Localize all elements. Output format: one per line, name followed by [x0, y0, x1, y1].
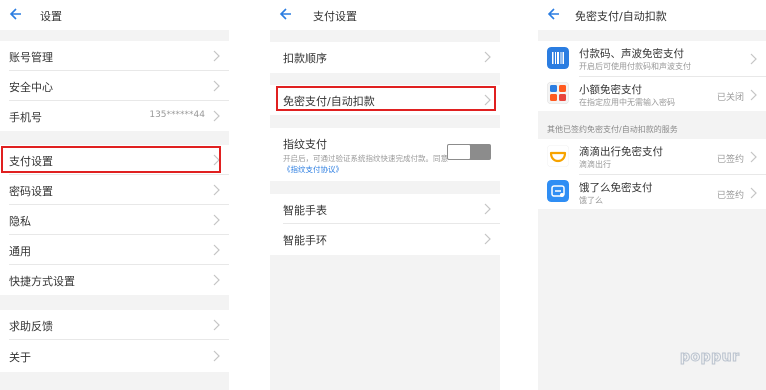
chevron-right-icon — [750, 151, 757, 163]
item-label: 关于 — [9, 351, 31, 364]
description-text: 开启后，可通过验证系统指纹快速完成付款。同意 — [283, 154, 448, 163]
item-label: 扣款顺序 — [283, 52, 327, 65]
autopay-group-main: 付款码、声波免密支付 开启后可使用付款码和声波支付 小额免密支付 在指定应用中无… — [538, 41, 766, 111]
payment-item-fingerprint: 指纹支付 开启后，可通过验证系统指纹快速完成付款。同意《指纹支付协议》 — [270, 128, 500, 181]
status-badge: 已签约 — [716, 155, 744, 165]
taobao-alipay-icon — [547, 82, 569, 104]
chevron-right-icon — [484, 233, 491, 245]
item-label: 账号管理 — [9, 51, 53, 64]
back-arrow-icon[interactable] — [279, 6, 293, 22]
chevron-right-icon — [213, 319, 220, 331]
settings-group-help: 求助反馈 关于 — [0, 310, 229, 372]
chevron-right-icon — [213, 214, 220, 226]
top-bar: 免密支付/自动扣款 — [538, 0, 766, 30]
fingerprint-agreement-link[interactable]: 《指纹支付协议》 — [283, 165, 343, 174]
top-bar: 设置 — [0, 0, 229, 30]
item-label: 智能手表 — [283, 204, 327, 217]
page-title: 支付设置 — [313, 10, 357, 23]
item-label: 指纹支付 — [283, 138, 327, 151]
payment-settings-screen: 支付设置 扣款顺序 免密支付/自动扣款 指纹支付 开启后，可通过验证系统指纹快速… — [270, 0, 500, 390]
payment-group-fingerprint: 指纹支付 开启后，可通过验证系统指纹快速完成付款。同意《指纹支付协议》 — [270, 128, 500, 181]
chevron-right-icon — [213, 110, 220, 122]
item-label: 求助反馈 — [9, 320, 53, 333]
status-badge: 已关闭 — [716, 93, 744, 103]
phone-number-value: 135******44 — [149, 110, 205, 120]
payment-group-order: 扣款顺序 — [270, 42, 500, 73]
settings-item-about[interactable]: 关于 — [0, 341, 229, 371]
settings-item-privacy[interactable]: 隐私 — [0, 205, 229, 235]
autopay-group-services: 滴滴出行免密支付 滴滴出行 已签约 饿了么免密支付 饿了么 已签约 — [538, 139, 766, 209]
service-item-eleme[interactable]: 饿了么免密支付 饿了么 已签约 — [538, 175, 766, 209]
chevron-right-icon — [750, 89, 757, 101]
chevron-right-icon — [213, 350, 220, 362]
settings-item-general[interactable]: 通用 — [0, 235, 229, 265]
chevron-right-icon — [213, 184, 220, 196]
top-bar: 支付设置 — [270, 0, 500, 30]
page-title: 设置 — [40, 10, 62, 23]
section-caption: 其他已签约免密支付/自动扣款的服务 — [547, 125, 678, 134]
chevron-right-icon — [213, 274, 220, 286]
item-label: 快捷方式设置 — [9, 275, 75, 288]
divider — [9, 339, 229, 340]
item-label: 通用 — [9, 245, 31, 258]
barcode-icon — [547, 47, 569, 69]
item-label: 滴滴出行免密支付 — [579, 146, 663, 158]
settings-item-feedback[interactable]: 求助反馈 — [0, 310, 229, 340]
toggle-knob — [448, 145, 470, 159]
settings-item-password[interactable]: 密码设置 — [0, 175, 229, 205]
settings-item-security[interactable]: 安全中心 — [0, 71, 229, 101]
payment-item-smartband[interactable]: 智能手环 — [270, 224, 500, 254]
item-label: 小额免密支付 — [579, 84, 642, 96]
settings-group-account: 账号管理 安全中心 手机号 135******44 — [0, 41, 229, 131]
item-subtitle: 滴滴出行 — [579, 160, 611, 169]
password-free-screen: 免密支付/自动扣款 付款码、声波免密支付 开启后可使用付款码和声波支付 小额免密… — [538, 0, 766, 390]
item-label: 智能手环 — [283, 234, 327, 247]
item-label: 手机号 — [9, 111, 42, 124]
item-label: 安全中心 — [9, 81, 53, 94]
didi-icon — [547, 145, 569, 167]
payment-item-smartwatch[interactable]: 智能手表 — [270, 194, 500, 224]
chevron-right-icon — [484, 203, 491, 215]
settings-item-account[interactable]: 账号管理 — [0, 41, 229, 71]
item-subtitle: 在指定应用中无需输入密码 — [579, 98, 675, 107]
chevron-right-icon — [213, 80, 220, 92]
chevron-right-icon — [484, 51, 491, 63]
chevron-right-icon — [213, 244, 220, 256]
autopay-item-paycode[interactable]: 付款码、声波免密支付 开启后可使用付款码和声波支付 — [538, 41, 766, 77]
chevron-right-icon — [213, 50, 220, 62]
back-arrow-icon[interactable] — [547, 6, 561, 22]
watermark-logo: poppur — [680, 349, 740, 366]
settings-item-phone[interactable]: 手机号 135******44 — [0, 101, 229, 131]
item-label: 密码设置 — [9, 185, 53, 198]
page-title: 免密支付/自动扣款 — [575, 10, 667, 23]
autopay-item-small-amount[interactable]: 小额免密支付 在指定应用中无需输入密码 已关闭 — [538, 77, 766, 111]
item-label: 隐私 — [9, 215, 31, 228]
status-badge: 已签约 — [716, 191, 744, 201]
payment-group-devices: 智能手表 智能手环 — [270, 194, 500, 255]
item-label: 饿了么免密支付 — [579, 182, 653, 194]
item-subtitle: 饿了么 — [579, 196, 603, 205]
back-arrow-icon[interactable] — [9, 6, 23, 22]
eleme-icon — [547, 180, 569, 202]
chevron-right-icon — [750, 187, 757, 199]
item-subtitle: 开启后可使用付款码和声波支付 — [579, 62, 691, 71]
item-label: 付款码、声波免密支付 — [579, 48, 684, 60]
fingerprint-description: 开启后，可通过验证系统指纹快速完成付款。同意《指纹支付协议》 — [283, 153, 455, 175]
highlight-box — [276, 86, 496, 111]
payment-item-deduction-order[interactable]: 扣款顺序 — [270, 42, 500, 72]
service-item-didi[interactable]: 滴滴出行免密支付 滴滴出行 已签约 — [538, 139, 766, 175]
fingerprint-toggle[interactable] — [447, 144, 491, 160]
settings-screen: 设置 账号管理 安全中心 手机号 135******44 支付设置 密码设置 隐… — [0, 0, 229, 390]
highlight-box — [1, 146, 221, 173]
chevron-right-icon — [750, 53, 757, 65]
settings-item-shortcuts[interactable]: 快捷方式设置 — [0, 265, 229, 295]
